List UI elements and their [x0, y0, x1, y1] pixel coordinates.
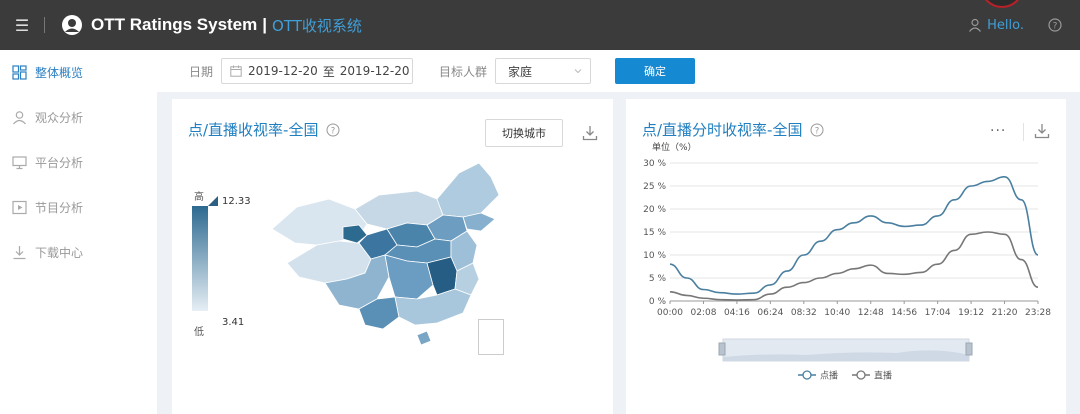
more-icon[interactable]: ···	[990, 123, 1006, 139]
legend-label-live[interactable]: 直播	[874, 370, 892, 382]
sidebar-item-label: 节目分析	[35, 201, 84, 215]
svg-text:?: ?	[331, 126, 336, 136]
app-root: ☰ OTT Ratings System | OTT收视系统 Hello. ?	[0, 0, 1080, 414]
x-tick-label: 19:12	[958, 308, 984, 318]
y-tick-label: 20 %	[643, 205, 666, 215]
x-tick-label: 21:20	[992, 308, 1018, 318]
y-axis-unit-label: 单位（%）	[652, 141, 697, 153]
legend-high-value: 12.33	[222, 196, 251, 207]
south-sea-inset	[478, 319, 504, 355]
x-tick-label: 06:24	[757, 308, 783, 318]
calendar-icon	[230, 65, 242, 77]
svg-text:?: ?	[815, 126, 820, 136]
legend-high-label: 高	[194, 192, 204, 203]
top-right-area: Hello. ?	[968, 0, 1080, 50]
chevron-down-icon	[574, 69, 582, 74]
x-tick-label: 02:08	[690, 308, 716, 318]
top-bar: ☰ OTT Ratings System | OTT收视系统 Hello. ?	[0, 0, 1080, 50]
map-region[interactable]	[436, 162, 500, 218]
map-region[interactable]	[426, 256, 458, 296]
user-menu[interactable]: Hello.	[968, 18, 1024, 33]
legend-gradient	[192, 206, 208, 311]
y-tick-label: 15 %	[643, 228, 666, 238]
legend-label-vod[interactable]: 点播	[820, 370, 838, 382]
x-tick-label: 14:56	[891, 308, 917, 318]
hamburger-icon[interactable]: ☰	[0, 0, 44, 50]
switch-city-button[interactable]: 切换城市	[485, 119, 563, 147]
map-panel-title: 点/直播收视率-全国 ?	[188, 119, 340, 140]
date-label: 日期	[189, 64, 214, 79]
legend-swatch-marker[interactable]	[802, 370, 812, 380]
brand-title: OTT Ratings System	[91, 15, 258, 34]
sidebar-item-label: 观众分析	[35, 111, 84, 125]
zoom-handle-right[interactable]	[965, 342, 973, 356]
audience-value: 家庭	[508, 64, 533, 79]
legend-low-label: 低	[194, 327, 204, 338]
y-tick-label: 5 %	[649, 274, 667, 284]
series-line-live[interactable]	[669, 231, 1039, 301]
map-panel: 点/直播收视率-全国 ? 切换城市 高 低 12.33 3.41	[172, 99, 613, 414]
y-tick-label: 30 %	[643, 159, 666, 169]
monitor-icon	[12, 156, 27, 170]
logo-icon	[62, 15, 82, 35]
help-circle-icon[interactable]: ?	[1048, 18, 1062, 32]
x-tick-label: 12:48	[858, 308, 884, 318]
user-icon	[969, 18, 982, 32]
sidebar-item-platform[interactable]: 平台分析	[0, 140, 157, 185]
zoom-handle-left[interactable]	[718, 342, 726, 356]
x-tick-label: 04:16	[724, 308, 750, 318]
legend-low-value: 3.41	[222, 317, 245, 328]
divider	[44, 17, 45, 33]
legend-swatch-marker[interactable]	[856, 370, 866, 380]
sidebar-item-label: 下载中心	[35, 246, 84, 260]
line-title-text: 点/直播分时收视率-全国	[642, 121, 803, 139]
dashboard-icon	[12, 65, 27, 80]
date-range-picker[interactable]: 2019-12-20 至 2019-12-20	[221, 58, 414, 84]
map-title-text: 点/直播收视率-全国	[188, 121, 319, 139]
map-region[interactable]	[416, 330, 432, 346]
x-tick-label: 17:04	[925, 308, 951, 318]
download-icon[interactable]	[1034, 123, 1050, 139]
svg-text:?: ?	[1053, 22, 1058, 32]
info-icon[interactable]: ?	[326, 123, 340, 137]
sidebar-item-program[interactable]: 节目分析	[0, 185, 157, 230]
sidebar-item-label: 平台分析	[35, 156, 84, 170]
x-tick-label: 10:40	[824, 308, 850, 318]
user-icon	[13, 111, 26, 125]
brand-separator: |	[262, 15, 268, 34]
date-separator: 至	[322, 64, 335, 79]
map-region[interactable]	[462, 212, 496, 232]
line-chart-panel: 点/直播分时收视率-全国 ? ··· 单位（%） 0 % 5 % 10 % 15 % 2…	[626, 99, 1066, 414]
filter-bar: 日期 2019-12-20 至 2019-12-20 目标人群 家庭 确定	[157, 50, 1080, 92]
y-tick-label: 10 %	[643, 251, 666, 261]
date-start: 2019-12-20	[248, 64, 318, 78]
x-tick-label: 00:00	[657, 308, 683, 318]
user-greeting[interactable]: Hello.	[987, 18, 1024, 33]
date-end: 2019-12-20	[339, 64, 410, 78]
sidebar-item-overview[interactable]: 整体概览	[0, 50, 157, 95]
series-line-vod[interactable]	[669, 175, 1039, 295]
x-tick-label: 23:28	[1025, 308, 1051, 318]
sidebar-item-audience[interactable]: 观众分析	[0, 95, 157, 140]
audience-select[interactable]: 家庭	[495, 58, 592, 84]
brand-title-cn: OTT收视系统	[272, 16, 362, 35]
sidebar: 整体概览 观众分析 平台分析 节目分析 下载中心	[0, 50, 157, 414]
x-tick-label: 08:32	[791, 308, 817, 318]
audience-label: 目标人群	[439, 64, 488, 79]
download-icon[interactable]	[582, 125, 598, 141]
line-chart: 单位（%） 0 % 5 % 10 % 15 % 20 % 25 % 30 % 00:00 02:…	[643, 141, 1051, 382]
y-tick-label: 25 %	[643, 182, 666, 192]
record-indicator	[980, 0, 1024, 8]
play-icon	[12, 200, 27, 215]
legend-handle[interactable]	[208, 196, 218, 206]
sidebar-item-download[interactable]: 下载中心	[0, 230, 157, 275]
info-icon[interactable]: ?	[810, 123, 824, 137]
line-panel-title: 点/直播分时收视率-全国 ?	[642, 119, 824, 140]
download-icon	[13, 246, 26, 260]
sidebar-item-label: 整体概览	[35, 66, 84, 80]
confirm-button[interactable]: 确定	[615, 58, 696, 84]
y-tick-label: 0 %	[649, 297, 667, 307]
